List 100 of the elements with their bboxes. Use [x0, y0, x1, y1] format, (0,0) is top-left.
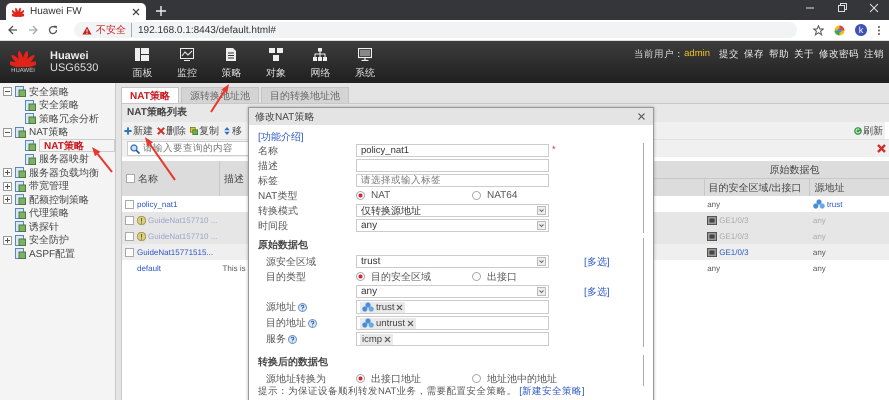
tree-item[interactable]: 诱探针 [29, 220, 59, 234]
browser-tab[interactable]: Huawei FW [6, 3, 146, 20]
toolbar-button[interactable]: 移 [223, 124, 242, 138]
radio-button[interactable] [472, 374, 481, 383]
table-link[interactable]: GE1/0/3 [719, 248, 749, 257]
cross-icon[interactable] [877, 144, 886, 153]
field-label: 服务 [266, 333, 286, 346]
refresh-button[interactable]: 刷新 [854, 124, 883, 138]
expand-icon[interactable] [3, 195, 12, 204]
address-field[interactable]: 不安全 192.168.0.1:8443/default.html# [74, 22, 797, 38]
text-field[interactable] [356, 159, 549, 172]
tree-item[interactable]: 带宽管理 [29, 179, 69, 194]
nav-button[interactable]: 面板 [120, 44, 164, 80]
new-tab-icon[interactable] [156, 6, 166, 16]
nav-button[interactable]: 对象 [254, 44, 298, 80]
reload-icon[interactable] [48, 25, 58, 35]
menu-icon[interactable] [877, 24, 881, 36]
help-icon[interactable] [288, 334, 297, 344]
name-link[interactable]: GuideNat15771515... [137, 248, 214, 257]
table-link[interactable]: trust [826, 200, 842, 208]
nav-button[interactable]: 策略 [209, 44, 254, 80]
new-policy-link[interactable]: [新建安全策略] [519, 386, 585, 397]
dropdown[interactable]: any [356, 219, 549, 232]
tree-item[interactable]: NAT策略 [29, 125, 68, 140]
nodes-icon [362, 318, 374, 328]
radio-label: 出接口地址 [371, 372, 421, 386]
toolbar-button[interactable]: 删除 [157, 124, 186, 138]
name-link[interactable]: policy_nat1 [137, 200, 178, 209]
tag-field[interactable]: untrust [356, 316, 549, 330]
avatar-button[interactable]: k [855, 24, 867, 36]
nav-button[interactable]: 网络 [298, 44, 342, 80]
nav-button[interactable]: 系统 [342, 44, 387, 80]
caret-icon [537, 221, 546, 230]
remove-icon[interactable] [384, 336, 392, 342]
page-icon [15, 126, 26, 138]
dashboard-icon [135, 48, 150, 61]
tree-item[interactable]: 安全防护 [29, 233, 69, 248]
close-icon[interactable] [638, 113, 645, 120]
remove-icon[interactable] [407, 320, 414, 326]
toolbar-button[interactable]: 复制 [190, 124, 219, 138]
tree-item[interactable]: 服务器映射 [39, 152, 89, 166]
dropdown[interactable]: any [356, 285, 549, 298]
help-link[interactable]: [功能介绍] [258, 130, 304, 143]
checkbox[interactable] [125, 200, 134, 209]
tree-item[interactable]: 代理策略 [29, 206, 69, 220]
expand-icon[interactable] [3, 236, 12, 245]
toolbar-button[interactable]: 新建 [124, 124, 153, 138]
multi-select-link[interactable]: [多选] [584, 254, 610, 268]
tag-field[interactable]: icmp [356, 332, 549, 346]
maximize-icon[interactable] [837, 2, 847, 12]
page-icon [15, 180, 26, 192]
header-link[interactable]: 提交 [719, 48, 739, 61]
radio-button[interactable] [472, 191, 481, 200]
tree-item[interactable]: NAT策略 [39, 139, 115, 152]
text-field[interactable]: policy_nat1 [356, 144, 549, 157]
tag[interactable]: trust [360, 302, 406, 312]
dropdown[interactable]: 仅转换源地址 [356, 204, 549, 217]
tree-item[interactable]: 策略冗余分析 [39, 112, 99, 126]
tree-item[interactable]: 配额控制策略 [29, 192, 89, 207]
checkbox[interactable] [126, 174, 135, 184]
radio-button[interactable] [356, 272, 365, 281]
remove-icon[interactable] [396, 304, 404, 310]
collapse-icon[interactable] [3, 128, 12, 137]
help-icon[interactable] [298, 302, 307, 312]
tab[interactable]: 目的转换地址池 [260, 87, 349, 103]
expand-icon[interactable] [3, 168, 12, 178]
header-link[interactable]: 关于 [794, 48, 814, 61]
collapse-icon[interactable] [3, 87, 12, 96]
port-icon [707, 216, 718, 225]
huawei-logo-icon [12, 6, 24, 16]
multi-select-link[interactable]: [多选] [584, 284, 610, 298]
nav-button[interactable]: 监控 [164, 44, 209, 80]
radio-button[interactable] [356, 374, 365, 383]
tree-item[interactable]: 安全策略 [39, 98, 79, 112]
checkbox[interactable] [125, 248, 134, 257]
extension-icon[interactable] [834, 24, 845, 36]
plus-icon [124, 126, 132, 134]
header-link[interactable]: 注销 [864, 48, 884, 61]
back-arrow-icon[interactable] [8, 25, 18, 35]
tree-item[interactable]: 服务器负载均衡 [29, 166, 99, 180]
header-link[interactable]: 帮助 [769, 48, 789, 61]
tree-item[interactable]: ASPF配置 [29, 246, 76, 261]
star-icon[interactable] [813, 24, 824, 36]
tree-item[interactable]: 安全策略 [29, 84, 69, 99]
tab[interactable]: NAT策略 [121, 87, 179, 103]
name-link[interactable]: default [137, 264, 162, 273]
computer-icon [358, 48, 372, 61]
table-cell: any [707, 264, 720, 273]
header-link[interactable]: 修改密码 [819, 48, 859, 61]
tag[interactable]: untrust [360, 318, 416, 328]
radio-button[interactable] [356, 191, 365, 200]
expand-icon[interactable] [3, 182, 12, 191]
close-icon[interactable] [132, 8, 140, 16]
tag-field[interactable]: trust [356, 300, 549, 314]
text-field[interactable]: 请选择或输入标签 [356, 174, 549, 187]
dropdown[interactable]: trust [356, 255, 549, 268]
help-icon[interactable] [308, 318, 317, 328]
radio-button[interactable] [472, 272, 481, 281]
header-link[interactable]: 保存 [744, 48, 764, 61]
tag[interactable]: icmp [360, 334, 394, 344]
